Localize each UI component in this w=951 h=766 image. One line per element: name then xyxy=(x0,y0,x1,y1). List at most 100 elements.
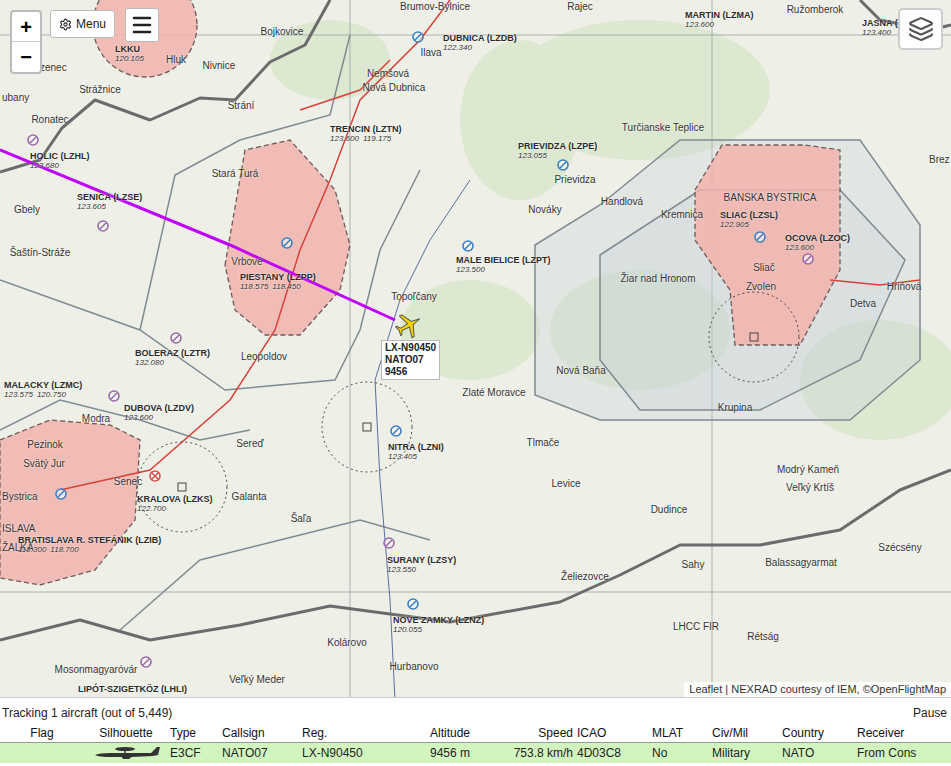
town-label: Nováky xyxy=(528,204,561,216)
aircraft-panel: Tracking 1 aircraft (out of 5,449) Pause F… xyxy=(0,697,951,766)
airport-label[interactable]: KRALOVA (LZKS)122.700 xyxy=(137,494,213,513)
list-toggle-button[interactable] xyxy=(125,8,159,42)
town-label: Bystrica xyxy=(2,491,38,503)
zoom-out-button[interactable]: − xyxy=(12,42,40,72)
airfield-icon xyxy=(107,389,121,403)
airport-name: BOLERAZ (LZTR) xyxy=(135,348,210,358)
airport-label[interactable]: PIESTANY (LZPP)118.575118.450 xyxy=(240,272,316,291)
pause-button[interactable]: Pause xyxy=(913,704,947,722)
column-header[interactable]: Reg. xyxy=(300,724,370,742)
airport-label[interactable]: HOLIC (LZHL)123.680 xyxy=(30,151,89,170)
town-label: Handlová xyxy=(601,196,643,208)
aircraft-row[interactable]: E3CFNATO07LX-N904509456 m753.8 km/h4D03C… xyxy=(0,743,951,763)
town-label: Dudince xyxy=(651,504,688,516)
airfield-icon xyxy=(96,219,110,233)
aircraft-callsign: NATO07 xyxy=(385,354,436,366)
town-label: Nivnice xyxy=(203,60,236,72)
town-label: Brez xyxy=(929,154,950,166)
list-icon xyxy=(130,13,154,37)
town-label: Levice xyxy=(552,478,581,490)
row-cell: NATO07 xyxy=(220,744,300,762)
town-label: Zlaté Moravce xyxy=(462,387,525,399)
airport-name: PRIEVIDZA (LZPE) xyxy=(518,141,597,151)
airport-name: NITRA (LZNI) xyxy=(388,442,444,452)
column-header[interactable]: Callsign xyxy=(220,724,300,742)
airport-frequencies: 122.700 xyxy=(137,504,213,513)
aircraft-altitude: 9456 xyxy=(385,366,436,378)
airport-label[interactable]: MALACKY (LZMC)123.575120.750 xyxy=(4,380,82,399)
airport-label[interactable]: NOVE ZAMKY (LZNZ)120.055 xyxy=(393,615,484,634)
airport-name: SURANY (LZSY) xyxy=(387,555,456,565)
airport-name: LKKU xyxy=(115,44,144,54)
airport-frequencies: 123.550 xyxy=(387,565,456,574)
airfield-icon xyxy=(169,331,183,345)
town-label: Brumov-Bylnice xyxy=(400,1,470,13)
map[interactable]: Brumov-BylniceRajecRužomberokBojkoviceHl… xyxy=(0,0,951,697)
airport-name: LIPÓT-SZIGETKÖZ (LHLI) xyxy=(78,684,187,694)
airport-label[interactable]: SURANY (LZSY)123.550 xyxy=(387,555,456,574)
column-header[interactable]: Receiver xyxy=(855,724,951,742)
airport-frequencies: 123.500 xyxy=(456,265,551,274)
column-header[interactable]: Country xyxy=(780,724,855,742)
airfield-icon xyxy=(148,469,162,483)
airport-label[interactable]: LIPÓT-SZIGETKÖZ (LHLI) xyxy=(78,684,187,694)
town-label: ubany xyxy=(2,92,29,104)
column-header[interactable]: ICAO xyxy=(575,724,650,742)
layers-button[interactable] xyxy=(898,8,943,50)
town-label: Stará Turá xyxy=(212,168,259,180)
town-label: Šaľa xyxy=(291,513,312,525)
town-label: Ružomberok xyxy=(787,4,844,16)
aircraft-label[interactable]: LX-N90450NATO079456 xyxy=(381,340,440,380)
layers-icon xyxy=(908,16,934,42)
town-label: Nemšová xyxy=(367,68,409,80)
town-label: Galanta xyxy=(231,491,266,503)
airport-label[interactable]: MALE BIELICE (LZPT)123.500 xyxy=(456,255,551,274)
airport-frequencies: 118.300118.700 xyxy=(18,545,161,554)
column-header[interactable]: Silhouette xyxy=(84,724,168,742)
town-label: Kolárovo xyxy=(327,637,366,649)
airport-frequencies: 123.575120.750 xyxy=(4,390,82,399)
airport-frequencies: 123.600 xyxy=(685,20,753,29)
airport-name: KRALOVA (LZKS) xyxy=(137,494,213,504)
column-header[interactable]: Type xyxy=(168,724,220,742)
column-header[interactable]: MLAT xyxy=(650,724,710,742)
zoom-in-button[interactable]: + xyxy=(12,12,40,42)
column-header[interactable]: Altitude xyxy=(370,724,472,742)
column-header[interactable]: Speed xyxy=(472,724,575,742)
town-label: Krupina xyxy=(718,402,752,414)
column-header[interactable]: Civ/Mil xyxy=(710,724,780,742)
silhouette-cell xyxy=(84,745,168,761)
airport-label[interactable]: DUBOVA (LZDV)123.600 xyxy=(124,403,194,422)
town-label: Zvolen xyxy=(746,281,776,293)
airport-label[interactable]: SLIAC (LZSL)122.905 xyxy=(720,210,778,229)
airport-frequencies: 123.680 xyxy=(30,161,89,170)
town-label: BANSKA BYSTRICA xyxy=(724,192,817,204)
town-label: Sliač xyxy=(753,262,775,274)
airport-label[interactable]: LKKU120.105 xyxy=(115,44,144,63)
airfield-icon xyxy=(139,655,153,669)
column-header[interactable]: Flag xyxy=(0,724,84,742)
row-cell: No xyxy=(650,744,710,762)
airport-label[interactable]: DUBNICA (LZDB)122.340 xyxy=(443,33,517,52)
airport-label[interactable]: OCOVA (LZOC)123.600 xyxy=(785,233,850,252)
town-label: Vrbové xyxy=(231,256,262,268)
airport-label[interactable]: TRENCIN (LZTN)123.600119.175 xyxy=(330,124,402,143)
airport-label[interactable]: PRIEVIDZA (LZPE)123.055 xyxy=(518,141,597,160)
airport-frequencies: 123.405 xyxy=(388,452,444,461)
airport-name: HOLIC (LZHL) xyxy=(30,151,89,161)
panel-status-bar: Tracking 1 aircraft (out of 5,449) Pause xyxy=(0,703,951,723)
airport-label[interactable]: BRATISLAVA R. STEFÁNIK (LZIB)118.300118.… xyxy=(18,535,161,554)
airport-label[interactable]: SENICA (LZSE)123.605 xyxy=(77,192,142,211)
airport-frequencies: 123.600119.175 xyxy=(330,134,402,143)
airport-frequencies: 120.105 xyxy=(115,54,144,63)
airport-label[interactable]: MARTIN (LZMA)123.600 xyxy=(685,10,753,29)
airport-name: DUBOVA (LZDV) xyxy=(124,403,194,413)
airport-label[interactable]: BOLERAZ (LZTR)132.080 xyxy=(135,348,210,367)
panel-resize-handle[interactable] xyxy=(0,698,951,703)
town-label: Balassagyarmat xyxy=(765,557,837,569)
menu-button[interactable]: Menu xyxy=(50,10,115,38)
tracking-status: Tracking 1 aircraft (out of 5,449) xyxy=(2,704,172,722)
airport-label[interactable]: NITRA (LZNI)123.405 xyxy=(388,442,444,461)
town-label: Kremnica xyxy=(661,209,703,221)
town-label: Hurbanovo xyxy=(390,661,439,673)
